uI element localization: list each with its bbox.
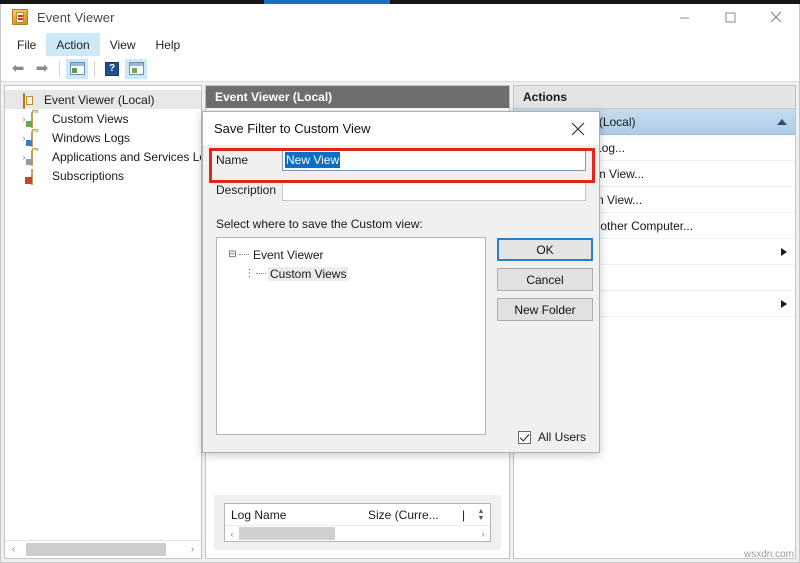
log-list-horizontal-scrollbar[interactable]: ‹ ›	[225, 525, 490, 541]
expander-placeholder: ⋮	[243, 269, 256, 279]
dialog-close-button[interactable]	[557, 112, 599, 145]
menu-file[interactable]: File	[7, 33, 46, 56]
sidebar-item-label: Windows Logs	[52, 131, 130, 145]
back-arrow-icon[interactable]: ⬅	[7, 59, 29, 79]
menu-help[interactable]: Help	[146, 33, 191, 56]
console-tree: Event Viewer (Local) › Custom Views › Wi…	[5, 86, 201, 540]
collapse-expander-icon[interactable]: ⊟	[226, 250, 239, 260]
tree-connector	[239, 254, 249, 256]
scroll-thumb[interactable]	[239, 527, 335, 540]
dialog-main-row: ⊟ Event Viewer ⋮ Custom Views OK Cancel …	[216, 237, 586, 435]
sidebar-item-label: Event Viewer (Local)	[44, 93, 155, 107]
event-viewer-icon	[12, 9, 28, 25]
maximize-button[interactable]	[707, 1, 753, 33]
chevron-up-icon[interactable]	[777, 119, 787, 125]
scroll-spinner[interactable]: ▲ ▼	[472, 504, 490, 525]
sidebar-item-label: Applications and Services Log	[52, 150, 201, 164]
all-users-label: All Users	[538, 430, 586, 444]
window-title: Event Viewer	[37, 10, 115, 25]
title-bar-left: Event Viewer	[1, 9, 115, 25]
tree-node-event-viewer[interactable]: ⊟ Event Viewer	[226, 245, 485, 264]
new-folder-button[interactable]: New Folder	[497, 298, 593, 321]
name-input-value: New View	[285, 152, 340, 168]
title-bar: Event Viewer	[1, 1, 799, 33]
scroll-left-icon[interactable]: ‹	[225, 529, 239, 539]
log-summary-section: Log Name Size (Curre... | ▲ ▼ ‹	[214, 495, 501, 550]
event-viewer-icon	[23, 93, 39, 107]
spinner-down-icon[interactable]: ▼	[478, 515, 485, 522]
center-pane-header: Event Viewer (Local)	[206, 86, 509, 108]
all-users-row[interactable]: All Users	[518, 430, 586, 444]
help-glyph: ?	[105, 62, 119, 76]
window-controls	[661, 1, 799, 33]
toolbar-separator	[59, 61, 60, 77]
sidebar-item-label: Subscriptions	[52, 169, 124, 183]
console-tree-icon[interactable]	[66, 59, 88, 79]
tree-node-custom-views[interactable]: ⋮ Custom Views	[226, 264, 485, 283]
scroll-track[interactable]	[22, 542, 184, 557]
menu-view[interactable]: View	[100, 33, 146, 56]
name-field-row: Name New View	[216, 145, 586, 175]
dialog-buttons: OK Cancel New Folder	[497, 237, 593, 321]
scroll-thumb[interactable]	[26, 543, 166, 556]
forward-arrow-icon[interactable]: ➡	[31, 59, 53, 79]
watermark: wsxdn.com	[744, 549, 794, 560]
column-header-size[interactable]: Size (Curre...	[362, 504, 456, 525]
sidebar-item-subscriptions[interactable]: Subscriptions	[5, 166, 201, 185]
ok-button[interactable]: OK	[497, 238, 593, 261]
help-icon[interactable]: ?	[101, 59, 123, 79]
save-location-label: Select where to save the Custom view:	[216, 217, 586, 231]
scroll-right-icon[interactable]: ›	[184, 545, 201, 555]
tree-node-label: Custom Views	[268, 267, 348, 281]
sidebar-horizontal-scrollbar[interactable]: ‹ ›	[5, 540, 201, 558]
dialog-title: Save Filter to Custom View	[214, 121, 371, 136]
sidebar-item-windows-logs[interactable]: › Windows Logs	[5, 128, 201, 147]
console-tree-pane: Event Viewer (Local) › Custom Views › Wi…	[4, 85, 202, 559]
sidebar-item-event-viewer-local[interactable]: Event Viewer (Local)	[5, 90, 201, 109]
submenu-arrow-icon[interactable]	[781, 248, 787, 256]
log-list: Log Name Size (Curre... | ▲ ▼ ‹	[224, 503, 491, 542]
column-header-extra[interactable]: |	[456, 504, 472, 525]
sidebar-item-label: Custom Views	[52, 112, 128, 126]
toolbar: ⬅ ➡ ?	[1, 56, 799, 82]
all-users-checkbox[interactable]	[518, 431, 531, 444]
cancel-button[interactable]: Cancel	[497, 268, 593, 291]
scroll-left-icon[interactable]: ‹	[5, 545, 22, 555]
action-pane-icon[interactable]	[125, 59, 147, 79]
minimize-button[interactable]	[661, 1, 707, 33]
close-button[interactable]	[753, 1, 799, 33]
tree-node-label: Event Viewer	[251, 248, 325, 262]
screen-top-accent	[264, 0, 390, 4]
submenu-arrow-icon[interactable]	[781, 300, 787, 308]
description-field-row: Description	[216, 175, 586, 205]
menu-action[interactable]: Action	[46, 33, 99, 56]
spinner-up-icon[interactable]: ▲	[478, 508, 485, 515]
folder-green-icon	[31, 112, 47, 126]
menu-bar: File Action View Help	[1, 33, 799, 56]
screen-top-strip	[0, 0, 800, 4]
sidebar-item-applications-and-services-logs[interactable]: › Applications and Services Log	[5, 147, 201, 166]
tree-connector	[256, 273, 266, 275]
column-header-log-name[interactable]: Log Name	[225, 504, 362, 525]
log-list-header: Log Name Size (Curre... | ▲ ▼	[225, 504, 490, 525]
toolbar-separator-2	[94, 61, 95, 77]
folder-blue-icon	[31, 131, 47, 145]
name-input[interactable]: New View	[282, 150, 586, 171]
save-filter-dialog: Save Filter to Custom View Name New View…	[202, 111, 600, 453]
subscriptions-icon	[31, 169, 47, 183]
dialog-title-bar: Save Filter to Custom View	[203, 112, 599, 145]
scroll-right-icon[interactable]: ›	[476, 529, 490, 539]
description-label: Description	[216, 183, 282, 197]
name-label: Name	[216, 153, 282, 167]
description-input[interactable]	[282, 180, 586, 201]
dialog-body: Name New View Description Select where t…	[203, 145, 599, 452]
sidebar-item-custom-views[interactable]: › Custom Views	[5, 109, 201, 128]
scroll-track[interactable]	[239, 527, 476, 540]
actions-pane-header: Actions	[514, 86, 795, 109]
folder-gray-icon	[31, 150, 47, 164]
save-location-tree[interactable]: ⊟ Event Viewer ⋮ Custom Views	[216, 237, 486, 435]
